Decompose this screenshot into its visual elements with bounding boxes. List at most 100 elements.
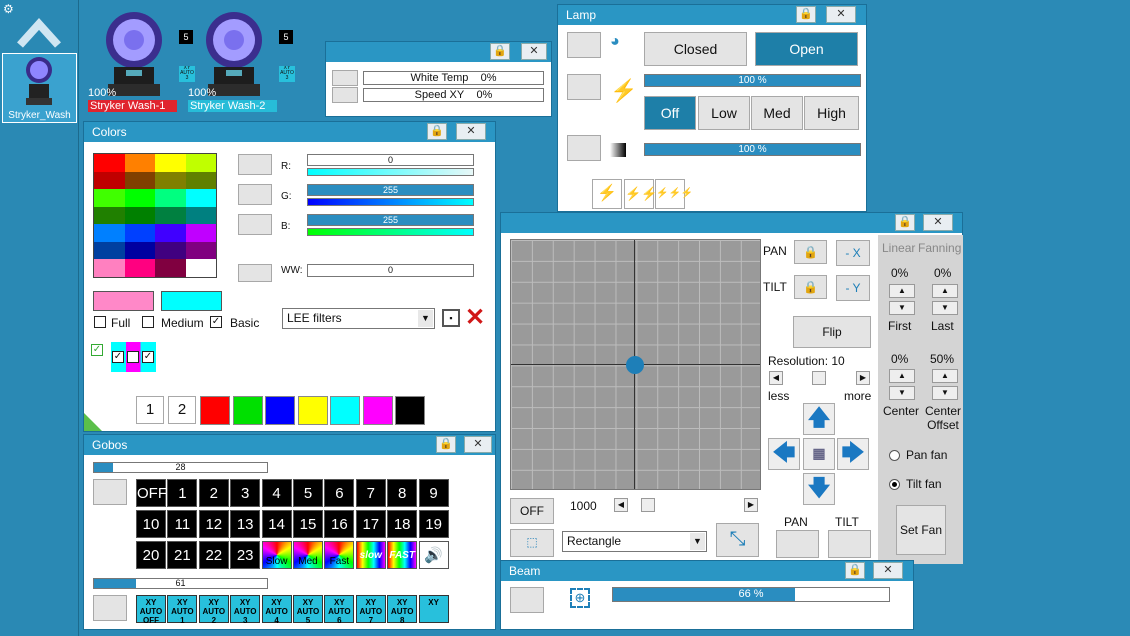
red-button[interactable] bbox=[238, 154, 272, 175]
speed-xy-button[interactable] bbox=[332, 87, 358, 103]
color-cell[interactable] bbox=[94, 241, 125, 260]
dimmer-button[interactable] bbox=[567, 135, 601, 161]
close-icon[interactable]: ✕ bbox=[521, 43, 547, 60]
set-fan-button[interactable]: Set Fan bbox=[896, 505, 946, 555]
save-icon[interactable]: ▪ bbox=[442, 309, 460, 327]
gobo-button[interactable]: Med bbox=[293, 541, 323, 569]
neg-x-button[interactable]: - X bbox=[836, 240, 870, 266]
tilt-button[interactable] bbox=[828, 530, 871, 558]
center-down[interactable]: ▼ bbox=[889, 386, 915, 400]
color-cell[interactable] bbox=[124, 206, 155, 225]
preset-1-button[interactable]: 1 bbox=[136, 396, 164, 424]
preset-color-swatch[interactable] bbox=[265, 396, 295, 425]
medium-checkbox[interactable] bbox=[142, 316, 154, 328]
color-cell[interactable] bbox=[94, 224, 125, 242]
lock-icon[interactable]: 🔒 bbox=[490, 43, 510, 60]
white-temp-bar[interactable]: White Temp 0% bbox=[363, 71, 544, 85]
up-arrow-icon[interactable]: 🡅 bbox=[803, 403, 835, 435]
center-icon[interactable]: ▦ bbox=[803, 438, 835, 470]
preset-color-swatch[interactable] bbox=[232, 396, 263, 425]
xy-auto-button[interactable]: XY AUTO 2 bbox=[198, 595, 229, 625]
blue-bar[interactable]: 255 bbox=[307, 214, 474, 226]
gobo-button[interactable]: 17 bbox=[355, 510, 386, 538]
gobo-button[interactable]: 18 bbox=[387, 510, 418, 538]
gobo-button[interactable]: 16 bbox=[324, 510, 355, 538]
preset-color-swatch[interactable] bbox=[297, 396, 328, 425]
color-cell[interactable] bbox=[155, 189, 186, 207]
lock-icon[interactable]: 🔒 bbox=[436, 436, 456, 453]
offset-down[interactable]: ▼ bbox=[932, 386, 958, 400]
down-arrow-icon[interactable]: 🡇 bbox=[803, 473, 835, 505]
color-cell[interactable] bbox=[94, 259, 125, 277]
offset-up[interactable]: ▲ bbox=[932, 369, 958, 383]
ww-bar[interactable]: 0 bbox=[307, 264, 474, 277]
gobo-button[interactable]: 8 bbox=[387, 479, 418, 507]
xy-auto-button[interactable]: XY bbox=[418, 595, 449, 623]
gobo-button[interactable]: 14 bbox=[261, 510, 292, 538]
gobo-button[interactable]: Fast bbox=[324, 541, 355, 569]
basic-checkbox[interactable]: ✓ bbox=[210, 316, 222, 328]
gobo-button[interactable]: 7 bbox=[355, 479, 386, 507]
swap-button[interactable]: ⤡ bbox=[716, 523, 759, 557]
gobo-button[interactable]: 15 bbox=[293, 510, 323, 538]
gobo-button[interactable]: 3 bbox=[230, 479, 261, 507]
gobo-button[interactable]: 13 bbox=[230, 510, 261, 538]
xy-auto-button[interactable]: XY AUTO 6 bbox=[324, 595, 355, 625]
open-button[interactable]: Open bbox=[755, 32, 858, 66]
color-cell[interactable] bbox=[185, 171, 216, 190]
checkbox-small-4[interactable]: ✓ bbox=[142, 351, 154, 363]
speed-xy-bar[interactable]: Speed XY 0% bbox=[363, 88, 544, 102]
color-cell[interactable] bbox=[155, 206, 186, 225]
gobo-button[interactable]: 6 bbox=[324, 479, 355, 507]
gobo-button[interactable]: 1 bbox=[167, 479, 198, 507]
gobo-button[interactable]: 22 bbox=[198, 541, 229, 569]
collapse-up-icon[interactable] bbox=[17, 12, 61, 48]
close-icon[interactable]: ✕ bbox=[873, 562, 903, 579]
xy-auto-button[interactable]: XY AUTO 5 bbox=[293, 595, 323, 625]
color-cell[interactable] bbox=[124, 224, 155, 242]
color-cell[interactable] bbox=[94, 171, 125, 190]
speaker-icon[interactable]: 🔊 bbox=[418, 541, 449, 569]
green-bar[interactable]: 255 bbox=[307, 184, 474, 196]
beam-bar[interactable]: 66 % bbox=[612, 587, 890, 602]
gobo-button[interactable]: FAST bbox=[387, 541, 418, 569]
gobo-button[interactable]: 9 bbox=[418, 479, 449, 507]
strobe-1-icon[interactable]: ⚡ bbox=[592, 179, 622, 209]
color-cell[interactable] bbox=[155, 154, 186, 172]
beam-button[interactable] bbox=[510, 587, 544, 613]
gobo-button[interactable]: 10 bbox=[136, 510, 166, 538]
xy-auto-button[interactable]: XY AUTO 7 bbox=[355, 595, 386, 625]
last-up[interactable]: ▲ bbox=[932, 284, 958, 298]
preset-color-swatch[interactable] bbox=[362, 396, 393, 425]
pan-lock-button[interactable]: 🔒 bbox=[794, 240, 827, 264]
preset-color-swatch[interactable] bbox=[395, 396, 425, 425]
position-marker[interactable] bbox=[626, 356, 644, 374]
fixture-tile[interactable]: Stryker_Wash bbox=[2, 53, 77, 123]
color-cell[interactable] bbox=[124, 259, 155, 277]
low-button[interactable]: Low bbox=[698, 96, 750, 130]
close-icon[interactable]: ✕ bbox=[464, 436, 492, 453]
red-bar[interactable]: 0 bbox=[307, 154, 474, 166]
xy-auto-button[interactable]: XY AUTO 1 bbox=[167, 595, 198, 625]
strobe-2-icon[interactable]: ⚡⚡ bbox=[624, 179, 657, 209]
color-cell[interactable] bbox=[94, 154, 125, 172]
tilt-fan-radio[interactable] bbox=[889, 479, 900, 490]
speed-slider[interactable] bbox=[641, 498, 655, 512]
ww-button[interactable] bbox=[238, 264, 272, 282]
color-cell[interactable] bbox=[124, 154, 155, 172]
color-cell[interactable] bbox=[155, 241, 186, 260]
gobo-button[interactable] bbox=[93, 479, 127, 505]
gobo-button[interactable]: 21 bbox=[167, 541, 198, 569]
last-down[interactable]: ▼ bbox=[932, 301, 958, 315]
gobo-button[interactable]: 12 bbox=[198, 510, 229, 538]
color-cell[interactable] bbox=[124, 189, 155, 207]
first-up[interactable]: ▲ bbox=[889, 284, 915, 298]
flip-button[interactable]: Flip bbox=[793, 316, 871, 348]
color-cell[interactable] bbox=[185, 259, 216, 277]
gobo-rotate-button[interactable] bbox=[93, 595, 127, 621]
strobe-button[interactable] bbox=[567, 74, 601, 100]
filter-select[interactable]: LEE filters ▼ bbox=[282, 308, 435, 329]
left-arrow-icon[interactable]: 🡄 bbox=[768, 438, 800, 470]
blue-button[interactable] bbox=[238, 214, 272, 235]
neg-y-button[interactable]: - Y bbox=[836, 275, 870, 301]
